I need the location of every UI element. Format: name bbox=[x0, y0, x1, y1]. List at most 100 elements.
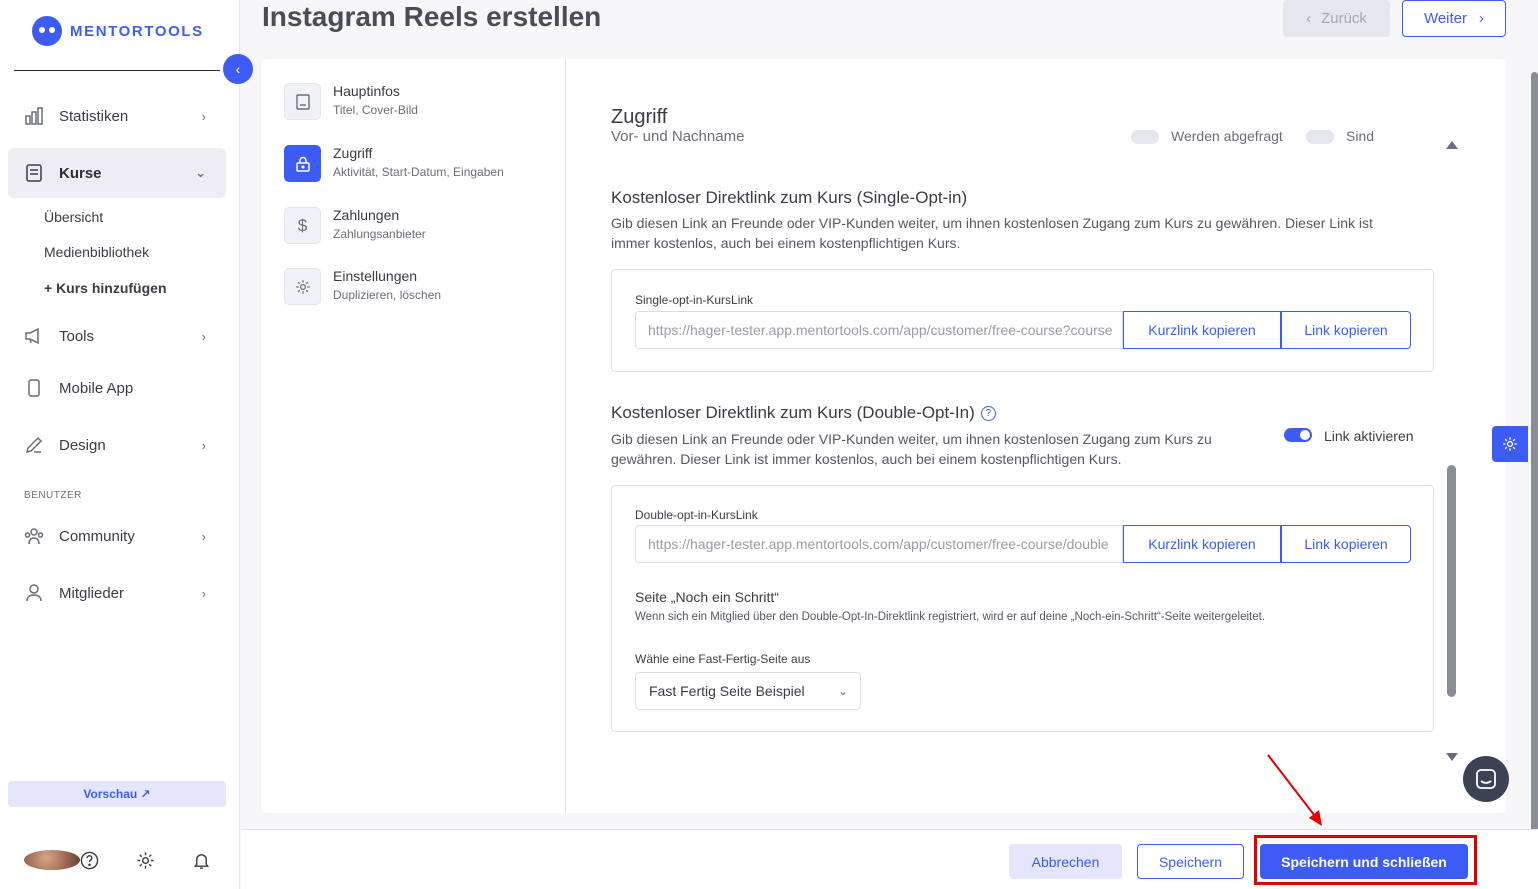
dollar-icon: $ bbox=[284, 207, 321, 244]
toggle-off bbox=[1131, 130, 1159, 145]
sidebar-item-label: Statistiken bbox=[59, 107, 129, 125]
fast-fertig-page-select[interactable]: Fast Fertig Seite Beispiel ⌄ bbox=[635, 672, 861, 710]
single-optin-box: Single-opt-in-KursLink https://hager-tes… bbox=[611, 269, 1434, 372]
sidebar-divider bbox=[14, 70, 220, 71]
question-icon[interactable]: ? bbox=[980, 406, 996, 421]
sidebar-item-mobile-app[interactable]: Mobile App bbox=[8, 363, 226, 413]
single-optin-link-input[interactable]: https://hager-tester.app.mentortools.com… bbox=[635, 311, 1123, 349]
sidebar-subitem-medienbibliothek[interactable]: Medienbibliothek bbox=[44, 244, 149, 260]
gear-icon bbox=[1503, 437, 1517, 451]
step-title: Zugriff bbox=[333, 145, 373, 161]
sidebar-item-label: Tools bbox=[59, 327, 95, 345]
chevron-right-icon: › bbox=[201, 437, 206, 453]
option-label: Werden abgefragt bbox=[1171, 130, 1283, 144]
sidebar-item-label: Community bbox=[59, 527, 135, 545]
ghost-row-label: Vor- und Nachname bbox=[611, 130, 745, 145]
single-optin-title: Kostenloser Direktlink zum Kurs (Single-… bbox=[611, 188, 968, 207]
gear-icon[interactable] bbox=[136, 850, 192, 870]
settings-gear-button[interactable] bbox=[1492, 426, 1528, 462]
chat-button[interactable] bbox=[1463, 756, 1509, 802]
double-optin-title-text: Kostenloser Direktlink zum Kurs (Double-… bbox=[611, 403, 975, 422]
megaphone-icon bbox=[24, 326, 44, 346]
next-step-page-description: Wenn sich ein Mitglied über den Double-O… bbox=[635, 611, 1265, 623]
sidebar-bottom-bar bbox=[24, 850, 248, 870]
sidebar-collapse-button[interactable]: ‹ bbox=[223, 54, 253, 84]
option-pflichtfelder[interactable]: Sind Pflichtfelder bbox=[1306, 130, 1441, 146]
toggle-off bbox=[1306, 130, 1334, 145]
double-shortlink-copy-button[interactable]: Kurzlink kopieren bbox=[1123, 525, 1281, 563]
link-activate-label: Link aktivieren bbox=[1324, 428, 1414, 444]
next-label: Weiter bbox=[1423, 10, 1468, 27]
step-subtitle: Duplizieren, löschen bbox=[333, 288, 442, 302]
phone-icon bbox=[24, 378, 44, 398]
chevron-right-icon: › bbox=[201, 528, 206, 544]
avatar[interactable] bbox=[24, 850, 80, 870]
step-zahlungen[interactable]: $ Zahlungen Zahlungsanbieter bbox=[284, 207, 426, 244]
step-subtitle: Zahlungsanbieter bbox=[333, 227, 426, 241]
sidebar-subitem-uebersicht[interactable]: Übersicht bbox=[44, 209, 103, 225]
back-button[interactable]: ‹ Zurück bbox=[1283, 0, 1390, 37]
sidebar-item-community[interactable]: Community › bbox=[8, 511, 226, 561]
next-step-page-title: Seite „Noch ein Schritt“ bbox=[635, 589, 779, 605]
step-title: Hauptinfos bbox=[333, 83, 400, 99]
chevron-right-icon: › bbox=[201, 108, 206, 124]
section-label-benutzer: BENUTZER bbox=[24, 490, 82, 501]
sidebar-item-label: Mobile App bbox=[59, 379, 134, 397]
double-optin-link-input[interactable]: https://hager-tester.app.mentortools.com… bbox=[635, 525, 1123, 563]
sidebar-item-label: Kurse bbox=[59, 164, 102, 182]
double-optin-field-label: Double-opt-in-KursLink bbox=[635, 508, 758, 522]
logo-text: MENTORTOOLS bbox=[70, 22, 204, 40]
bar-chart-icon bbox=[24, 106, 44, 126]
scrollbar-thumb[interactable] bbox=[1447, 465, 1456, 697]
gear-icon bbox=[284, 268, 321, 305]
step-zugriff[interactable]: Zugriff Aktivität, Start-Datum, Eingaben bbox=[284, 145, 504, 182]
cancel-button[interactable]: Abbrechen bbox=[1009, 844, 1122, 879]
chevron-left-icon: ‹ bbox=[1306, 10, 1312, 27]
link-activate-toggle[interactable] bbox=[1284, 428, 1312, 442]
double-link-copy-button[interactable]: Link kopieren bbox=[1281, 525, 1411, 563]
save-button[interactable]: Speichern bbox=[1137, 844, 1244, 879]
step-einstellungen[interactable]: Einstellungen Duplizieren, löschen bbox=[284, 268, 441, 305]
sidebar-item-kurse[interactable]: Kurse ⌄ bbox=[8, 148, 226, 198]
name-fields-row: Vor- und Nachname Werden abgefragt Sind … bbox=[611, 130, 1441, 146]
sidebar-item-label: Mitglieder bbox=[59, 584, 125, 602]
sidebar-item-tools[interactable]: Tools › bbox=[8, 311, 226, 361]
page-title: Instagram Reels erstellen bbox=[262, 1, 602, 32]
section-title: Zugriff bbox=[611, 106, 668, 129]
content-panel: Vor- und Nachname Werden abgefragt Sind … bbox=[566, 59, 1506, 813]
chevron-right-icon: › bbox=[201, 585, 206, 601]
annotation-highlight-box bbox=[1254, 835, 1477, 885]
steps-nav: Hauptinfos Titel, Cover-Bild Zugriff Akt… bbox=[261, 59, 566, 813]
bell-icon[interactable] bbox=[192, 850, 248, 870]
scroll-up-arrow[interactable] bbox=[1446, 141, 1458, 149]
single-shortlink-copy-button[interactable]: Kurzlink kopieren bbox=[1123, 311, 1281, 349]
scroll-down-arrow[interactable] bbox=[1446, 753, 1458, 761]
double-optin-title: Kostenloser Direktlink zum Kurs (Double-… bbox=[611, 403, 996, 423]
sidebar-subitem-kurs-hinzufuegen[interactable]: + Kurs hinzufügen bbox=[44, 280, 167, 296]
step-subtitle: Aktivität, Start-Datum, Eingaben bbox=[333, 165, 504, 179]
chevron-down-icon: ⌄ bbox=[195, 165, 206, 180]
preview-button[interactable]: Vorschau ↗ bbox=[8, 781, 226, 807]
double-optin-box: Double-opt-in-KursLink https://hager-tes… bbox=[611, 485, 1434, 732]
sidebar-item-mitglieder[interactable]: Mitglieder › bbox=[8, 568, 226, 618]
step-hauptinfos[interactable]: Hauptinfos Titel, Cover-Bild bbox=[284, 83, 418, 120]
user-icon bbox=[24, 583, 44, 603]
page-scrollbar[interactable] bbox=[1531, 72, 1538, 872]
lock-icon bbox=[284, 145, 321, 182]
annotation-arrow-icon bbox=[1267, 754, 1322, 826]
single-link-copy-button[interactable]: Link kopieren bbox=[1281, 311, 1411, 349]
sidebar-item-design[interactable]: Design › bbox=[8, 420, 226, 470]
document-icon bbox=[284, 83, 321, 120]
sidebar-item-label: Design bbox=[59, 436, 106, 454]
next-button[interactable]: Weiter › bbox=[1402, 0, 1506, 37]
single-optin-field-label: Single-opt-in-KursLink bbox=[635, 293, 754, 307]
chat-icon bbox=[1476, 769, 1496, 789]
sidebar-item-statistiken[interactable]: Statistiken › bbox=[8, 91, 226, 141]
pencil-icon bbox=[24, 435, 44, 455]
help-icon[interactable] bbox=[80, 850, 136, 870]
single-optin-description: Gib diesen Link an Freunde oder VIP-Kund… bbox=[611, 215, 1373, 251]
option-werden-abgefragt[interactable]: Werden abgefragt bbox=[1131, 130, 1283, 145]
step-title: Einstellungen bbox=[333, 268, 418, 284]
logo[interactable]: MENTORTOOLS bbox=[32, 16, 204, 46]
select-value: Fast Fertig Seite Beispiel bbox=[649, 683, 805, 699]
